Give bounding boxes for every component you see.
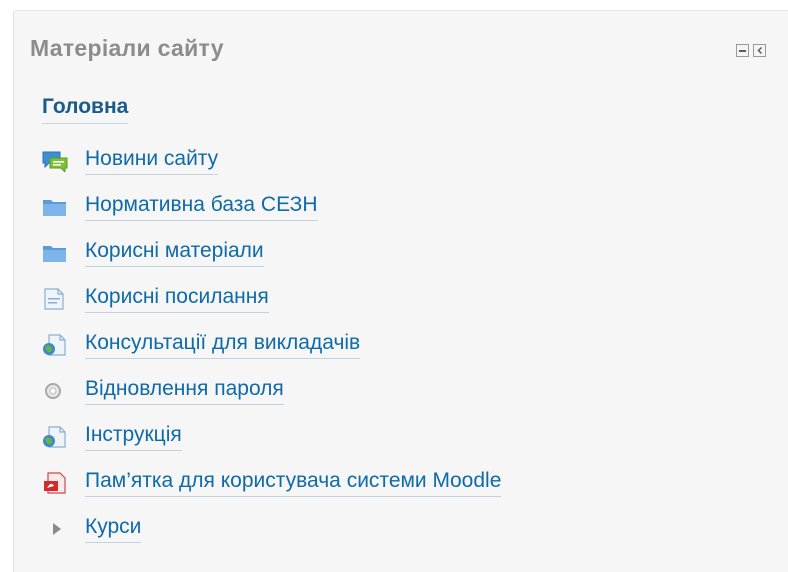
nav-item-moodle-guide: Пам’ятка для користувача системи Moodle [42, 469, 502, 497]
dock-block-button[interactable] [753, 44, 766, 57]
pdf-icon [42, 472, 68, 494]
nav-item-password-recovery: Відновлення пароля [42, 377, 284, 405]
nav-link-regulatory-base[interactable]: Нормативна база СЕЗН [85, 193, 318, 221]
nav-link-instruction[interactable]: Інструкція [85, 423, 182, 451]
nav-item-regulatory-base: Нормативна база СЕЗН [42, 193, 318, 221]
nav-item-news: Новини сайту [42, 147, 219, 175]
folder-icon [42, 196, 68, 218]
search-icon [42, 380, 68, 402]
nav-item-courses: Курси [42, 515, 142, 543]
block-controls [736, 44, 766, 57]
home-link[interactable]: Головна [42, 95, 129, 124]
nav-item-home: Головна [42, 95, 129, 124]
nav-link-useful-materials[interactable]: Корисні матеріали [85, 239, 264, 267]
forum-icon [42, 150, 68, 172]
nav-item-useful-materials: Корисні матеріали [42, 239, 264, 267]
url-icon [42, 334, 68, 356]
nav-item-teacher-consultations: Консультації для викладачів [42, 331, 361, 359]
url-icon [42, 426, 68, 448]
nav-link-teacher-consultations[interactable]: Консультації для викладачів [85, 331, 361, 359]
page: Матеріали сайту Головна Новини сайту Нор… [0, 0, 788, 572]
block-title: Матеріали сайту [30, 35, 224, 61]
nav-link-news[interactable]: Новини сайту [85, 147, 219, 175]
nav-link-moodle-guide[interactable]: Пам’ятка для користувача системи Moodle [85, 469, 502, 497]
folder-icon [42, 242, 68, 264]
dock-left-icon [757, 46, 763, 55]
nav-item-useful-links: Корисні посилання [42, 285, 269, 313]
page-icon [42, 288, 68, 310]
nav-link-password-recovery[interactable]: Відновлення пароля [85, 377, 284, 405]
nav-link-courses[interactable]: Курси [85, 515, 142, 543]
nav-item-instruction: Інструкція [42, 423, 182, 451]
collapsed-arrow-icon[interactable] [42, 518, 68, 540]
hide-block-button[interactable] [736, 44, 749, 57]
nav-link-useful-links[interactable]: Корисні посилання [85, 285, 269, 313]
